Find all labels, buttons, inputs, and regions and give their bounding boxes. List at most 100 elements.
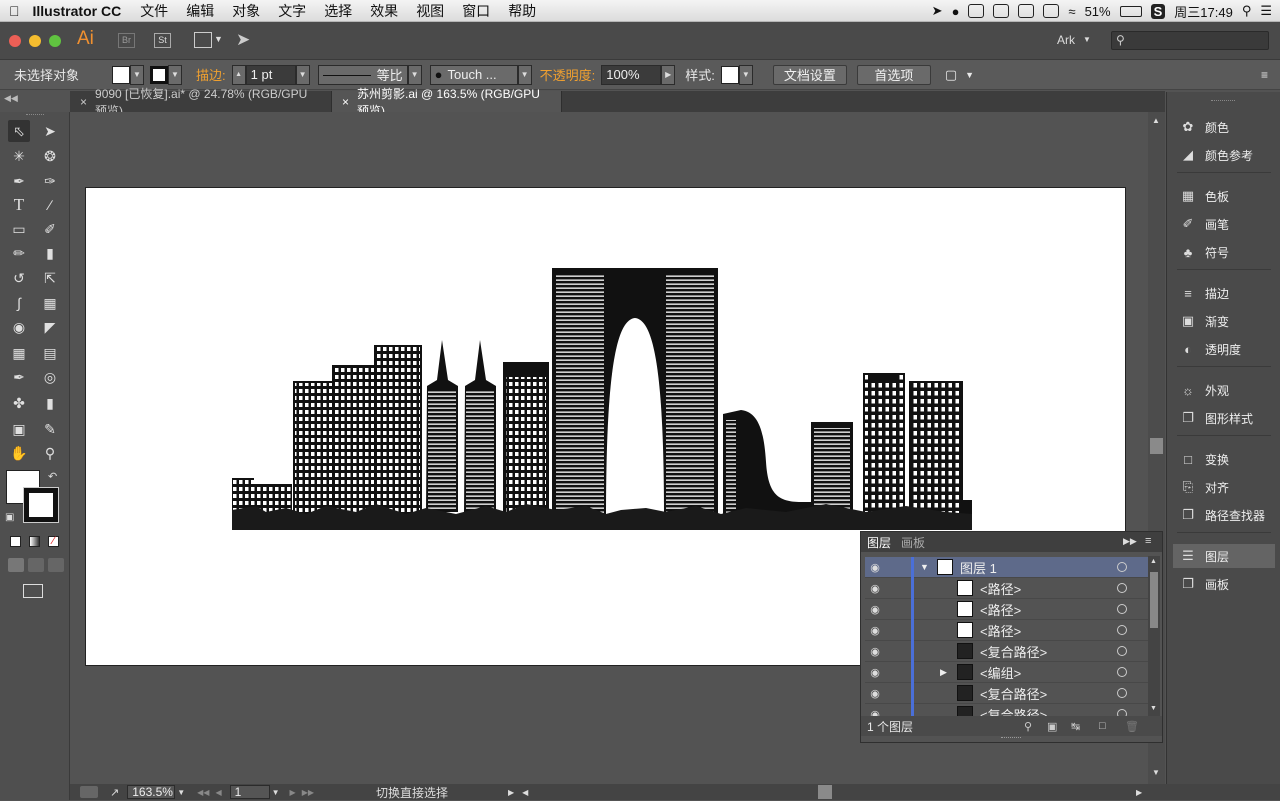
app-menu[interactable]: Illustrator CC [29, 3, 132, 19]
close-tab-icon[interactable]: × [342, 95, 349, 109]
panel-color-guide[interactable]: ◢ 颜色参考 [1173, 143, 1275, 167]
rotate-tool-icon[interactable]: ↺ [8, 267, 30, 289]
shape-builder-tool-icon[interactable]: ◉ [8, 316, 30, 338]
gradient-tool-icon[interactable]: ▤ [39, 342, 61, 364]
target-circle-icon[interactable] [1117, 583, 1127, 593]
gpu-status-icon[interactable] [80, 786, 98, 798]
panel-menu-icon[interactable]: ≡ [1261, 68, 1268, 82]
fill-dropdown[interactable]: ▼ [130, 64, 144, 85]
zoom-field[interactable]: 163.5% [127, 785, 176, 799]
layer-name[interactable]: 图层 1 [960, 558, 997, 577]
search-input[interactable]: ⚲ [1111, 31, 1269, 50]
panel-brushes[interactable]: ✐ 画笔 [1173, 212, 1275, 236]
panel-color[interactable]: ✿ 颜色 [1173, 115, 1275, 139]
tab-suzhou[interactable]: × 苏州剪影.ai @ 163.5% (RGB/GPU 预览) [332, 87, 562, 118]
last-artboard-icon[interactable]: ▶▶ [302, 788, 314, 797]
close-tab-icon[interactable]: × [80, 95, 87, 109]
tab-9090[interactable]: × 9090 [已恢复].ai* @ 24.78% (RGB/GPU 预览) [70, 87, 332, 118]
layer-name[interactable]: <路径> [980, 621, 1021, 640]
panel-stroke[interactable]: ≡ 描边 [1173, 281, 1275, 305]
free-transform-tool-icon[interactable]: ▦ [39, 292, 61, 314]
layer-row[interactable]: ◉ ▼ 图层 1 [865, 557, 1150, 578]
stroke-weight-field[interactable]: 1 pt [245, 64, 296, 85]
brush-dropdown[interactable]: ▼ [517, 64, 532, 85]
notification-icon[interactable]: ☰ [1260, 3, 1272, 19]
curvature-tool-icon[interactable]: ✑ [39, 170, 61, 192]
menu-select[interactable]: 选择 [315, 1, 361, 21]
pencil-tool-icon[interactable]: ✏ [8, 242, 30, 264]
artboard-tool-icon[interactable]: ▣ [8, 418, 30, 440]
stroke-label[interactable]: 描边: [196, 65, 226, 84]
target-circle-icon[interactable] [1117, 646, 1127, 656]
dock-grip[interactable] [1211, 100, 1235, 103]
draw-inside-icon[interactable] [48, 558, 64, 572]
document-setup-button[interactable]: 文档设置 [772, 64, 847, 85]
artboard-number-field[interactable]: 1 [229, 785, 270, 799]
new-sublayer-icon[interactable]: ↹ [1071, 720, 1080, 733]
expand-triangle-icon[interactable]: ▼ [920, 562, 929, 572]
visibility-eye-icon[interactable]: ◉ [865, 603, 885, 616]
scale-tool-icon[interactable]: ⇱ [39, 267, 61, 289]
profile-dropdown[interactable]: ▼ [407, 64, 422, 85]
eyedropper-tool-icon[interactable]: ✒ [8, 366, 30, 388]
bird-icon[interactable]: ➤ [932, 3, 943, 19]
collapse-panel-icon[interactable]: ▶▶ [1123, 536, 1137, 547]
panel-artboards[interactable]: ❐ 画板 [1173, 572, 1275, 596]
display-icon[interactable] [1018, 4, 1035, 18]
new-layer-icon[interactable]: □ [1099, 720, 1106, 732]
workspace-chevron-icon[interactable]: ▼ [1083, 35, 1091, 44]
gpu-performance-icon[interactable]: ➤ [236, 30, 250, 50]
stroke-weight-dropdown[interactable]: ▼ [295, 64, 310, 85]
visibility-eye-icon[interactable]: ◉ [865, 666, 885, 679]
stroke-swatch[interactable] [150, 65, 168, 84]
export-icon[interactable]: ↗ [110, 786, 119, 799]
panel-layers[interactable]: ☰ 图层 [1173, 544, 1275, 568]
blend-tool-icon[interactable]: ◎ [39, 366, 61, 388]
horizontal-scroll-thumb[interactable] [818, 785, 833, 799]
close-window-button[interactable] [9, 35, 21, 47]
spotlight-icon[interactable]: ⚲ [1242, 3, 1252, 19]
suzhou-skyline-artwork[interactable] [226, 262, 978, 534]
panel-symbols[interactable]: ♣ 符号 [1173, 240, 1275, 264]
menu-view[interactable]: 视图 [407, 1, 453, 21]
scroll-left-icon[interactable]: ◀ [522, 788, 528, 797]
opacity-slider-toggle[interactable]: ▶ [661, 64, 676, 85]
panel-appearance[interactable]: ☼ 外观 [1173, 378, 1275, 402]
gradient-mode-icon[interactable] [29, 536, 40, 547]
panel-resize-grip[interactable] [1001, 737, 1021, 740]
none-mode-icon[interactable]: ∕ [48, 536, 59, 547]
draw-behind-icon[interactable] [28, 558, 44, 572]
clock[interactable]: 周三17:49 [1174, 2, 1233, 21]
variable-width-profile[interactable]: 等比 [317, 64, 408, 85]
target-circle-icon[interactable] [1117, 667, 1127, 677]
chevron-down-icon[interactable]: ▼ [214, 34, 223, 44]
layers-menu-icon[interactable]: ≡ [1145, 535, 1151, 547]
draw-normal-icon[interactable] [8, 558, 24, 572]
mesh-tool-icon[interactable]: ▦ [8, 342, 30, 364]
battery-icon[interactable] [1119, 5, 1142, 17]
layer-name[interactable]: <编组> [980, 663, 1021, 682]
menu-file[interactable]: 文件 [131, 1, 177, 21]
layer-row[interactable]: ◉ <路径> [865, 578, 1150, 599]
opacity-field[interactable]: 100% [601, 64, 662, 85]
wifi-icon[interactable]: ≈ [1068, 4, 1075, 19]
hand-tool-icon[interactable]: ✋ [8, 442, 30, 464]
apple-icon[interactable]:  [0, 3, 29, 19]
stroke-stepper[interactable]: ▲ [231, 64, 246, 85]
scroll-up-icon[interactable]: ▲ [1152, 116, 1160, 125]
panel-pathfinder[interactable]: ❐ 路径查找器 [1173, 503, 1275, 527]
artboard-dropdown-icon[interactable]: ▼ [272, 788, 280, 797]
scroll-right-icon[interactable]: ▶ [1136, 788, 1142, 797]
type-tool-icon[interactable]: T [8, 194, 30, 216]
panel-transparency[interactable]: ◐ 透明度 [1173, 337, 1275, 361]
opacity-label[interactable]: 不透明度: [540, 65, 596, 84]
menu-edit[interactable]: 编辑 [177, 1, 223, 21]
visibility-eye-icon[interactable]: ◉ [865, 582, 885, 595]
color-mode-icon[interactable] [10, 536, 21, 547]
visibility-eye-icon[interactable]: ◉ [865, 687, 885, 700]
delete-layer-icon[interactable]: 🗑 [1125, 720, 1139, 733]
scroll-down-icon[interactable]: ▼ [1150, 705, 1157, 712]
panel-align[interactable]: ⎘ 对齐 [1173, 475, 1275, 499]
panel-gradient[interactable]: ▣ 渐变 [1173, 309, 1275, 333]
tab-layers[interactable]: 图层 [867, 534, 891, 551]
